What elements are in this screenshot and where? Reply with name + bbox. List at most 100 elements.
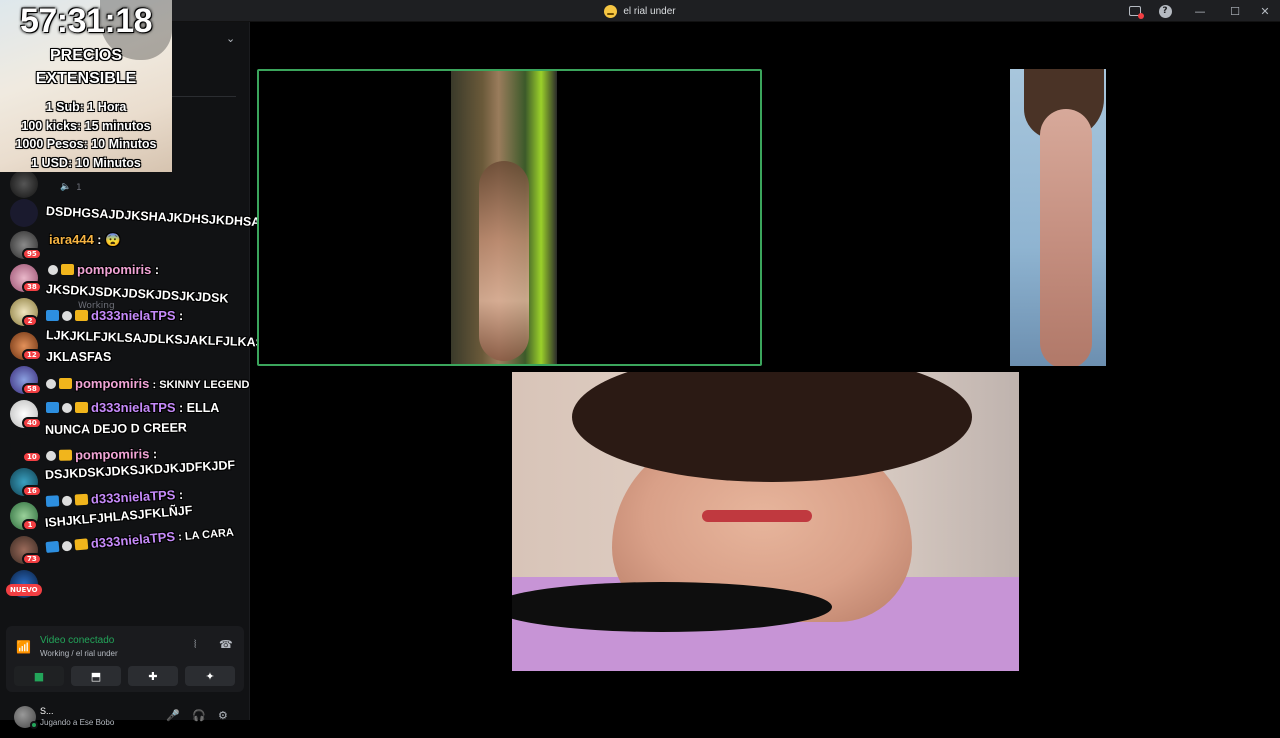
skull-badge-icon [61, 495, 73, 507]
crown-badge-icon [59, 378, 72, 389]
chat-text: JKLASFAS [46, 350, 112, 364]
maximize-button[interactable]: ☐ [1220, 0, 1250, 22]
server-icon[interactable] [10, 199, 38, 227]
crown-badge-icon [74, 493, 89, 506]
price-item: 100 kicks: 15 minutos [21, 118, 151, 133]
video-feed-subject [479, 161, 529, 361]
crown-badge-icon [75, 310, 88, 321]
server-badge: 1 [22, 519, 38, 531]
prices-heading-line1: PRECIOS [49, 47, 122, 64]
price-item: 1000 Pesos: 10 Minutos [15, 137, 157, 151]
crown-badge-icon [74, 538, 89, 551]
server-badge: 40 [22, 417, 42, 429]
chat-username: pompomiris [77, 262, 152, 277]
camera-button[interactable]: ■ [14, 666, 64, 686]
disconnect-icon[interactable]: ☎ [219, 638, 233, 651]
subathon-timer: 57:31:18 [19, 2, 153, 40]
window-title: el rial under [0, 0, 1280, 22]
help-icon: ? [1158, 4, 1172, 18]
video-feed-subject [1040, 109, 1092, 366]
soundboard-icon: ✦ [205, 669, 215, 683]
signal-icon[interactable]: 📶 [16, 640, 31, 654]
skull-badge-icon [62, 403, 72, 413]
video-tile-camera[interactable] [512, 372, 1019, 671]
chat-message: pompomiris : [45, 446, 157, 463]
help-button[interactable]: ? [1150, 0, 1180, 22]
chat-message: NUNCA DEJO D CREER [45, 421, 187, 437]
skull-badge-icon [61, 540, 73, 552]
skull-badge-icon [48, 265, 58, 275]
headphones-icon[interactable]: 🎧 [192, 709, 206, 722]
crown-badge-icon [58, 449, 73, 461]
video-tile-speaking[interactable] [257, 69, 762, 366]
blue-badge-icon [46, 402, 59, 413]
noise-suppression-icon[interactable]: ⦚ [194, 638, 196, 652]
user-panel: S... Jugando a Ese Bobo 🎤 🎧 ⚙ [6, 698, 244, 738]
server-badge: 12 [22, 349, 42, 361]
gear-icon[interactable]: ⚙ [218, 709, 228, 722]
prices-list: 1 Sub: 1 Hora 100 kicks: 15 minutos 1000… [0, 98, 172, 172]
activities-button[interactable]: ✚ [128, 666, 178, 686]
activities-icon: ✚ [148, 669, 158, 683]
server-badge: 58 [22, 383, 42, 395]
username: S... [40, 706, 54, 716]
prices-heading-line2: EXTENSIBLE [35, 70, 137, 87]
chat-message: d333nielaTPS : ELLA [46, 400, 219, 415]
crown-badge-icon [75, 402, 88, 413]
chat-message: pompomiris : [48, 262, 159, 277]
skull-badge-icon [62, 311, 72, 321]
skull-badge-icon [46, 379, 56, 389]
inbox-icon [1129, 6, 1144, 19]
video-feed-mouth [702, 510, 812, 522]
server-badge: 16 [22, 485, 42, 497]
screen-share-icon: ⬒ [90, 669, 102, 683]
chat-text: NUNCA DEJO D CREER [44, 420, 188, 437]
voice-status: Video conectado [40, 635, 115, 646]
chat-message: iara444 : 😨 [49, 232, 121, 247]
new-badge: NUEVO [6, 584, 42, 596]
speaker-icon: 🔈 [60, 182, 72, 192]
voice-user-count: 1 [76, 183, 82, 193]
server-badge: 73 [22, 553, 42, 565]
server-badge: 2 [22, 315, 38, 327]
window-title-text: el rial under [623, 5, 676, 17]
minimize-button[interactable]: — [1180, 0, 1220, 22]
voice-connection-panel: 📶 Video conectado Working / el rial unde… [6, 626, 244, 692]
status-indicator [30, 721, 38, 729]
chat-message: pompomiris : SKINNY LEGEND [46, 376, 249, 391]
blue-badge-icon [46, 310, 59, 321]
user-activity: Jugando a Ese Bobo [40, 718, 115, 727]
chat-message: JKLASFAS [46, 350, 111, 364]
server-emoji-icon [604, 4, 618, 18]
chat-message: d333nielaTPS : [46, 308, 183, 323]
chat-username: d333nielaTPS [91, 308, 176, 323]
chat-username: d333nielaTPS [91, 400, 176, 415]
blue-badge-icon [45, 540, 60, 553]
server-badge: 95 [22, 248, 42, 260]
screen-share-button[interactable]: ⬒ [71, 666, 121, 686]
camera-icon: ■ [33, 669, 45, 683]
price-item: 1 USD: 10 Minutos [31, 155, 141, 170]
chat-username: pompomiris [75, 376, 150, 391]
video-tile[interactable] [1010, 69, 1106, 366]
prices-heading: PRECIOS EXTENSIBLE [0, 44, 172, 90]
blue-badge-icon [45, 495, 60, 507]
chat-text: SKINNY LEGEND [159, 379, 250, 391]
server-badge: 38 [22, 281, 42, 293]
soundboard-button[interactable]: ✦ [185, 666, 235, 686]
skull-badge-icon [45, 450, 57, 461]
title-bar: el rial under ? — ☐ ✕ [0, 0, 1280, 22]
chevron-down-icon[interactable]: ⌄ [226, 32, 235, 45]
chat-username: iara444 [49, 232, 94, 247]
server-icon[interactable] [10, 170, 38, 198]
microphone-icon[interactable]: 🎤 [166, 709, 180, 722]
server-badge: 10 [22, 451, 42, 463]
close-button[interactable]: ✕ [1250, 0, 1280, 22]
chat-text: 😨 [104, 233, 121, 247]
stream-overlay-panel: 57:31:18 PRECIOS EXTENSIBLE 1 Sub: 1 Hor… [0, 0, 172, 172]
chat-username: pompomiris [74, 446, 150, 463]
chat-text: ELLA [186, 401, 220, 415]
inbox-button[interactable] [1120, 0, 1150, 22]
price-item: 1 Sub: 1 Hora [45, 100, 127, 114]
voice-location[interactable]: Working / el rial under [40, 649, 118, 658]
